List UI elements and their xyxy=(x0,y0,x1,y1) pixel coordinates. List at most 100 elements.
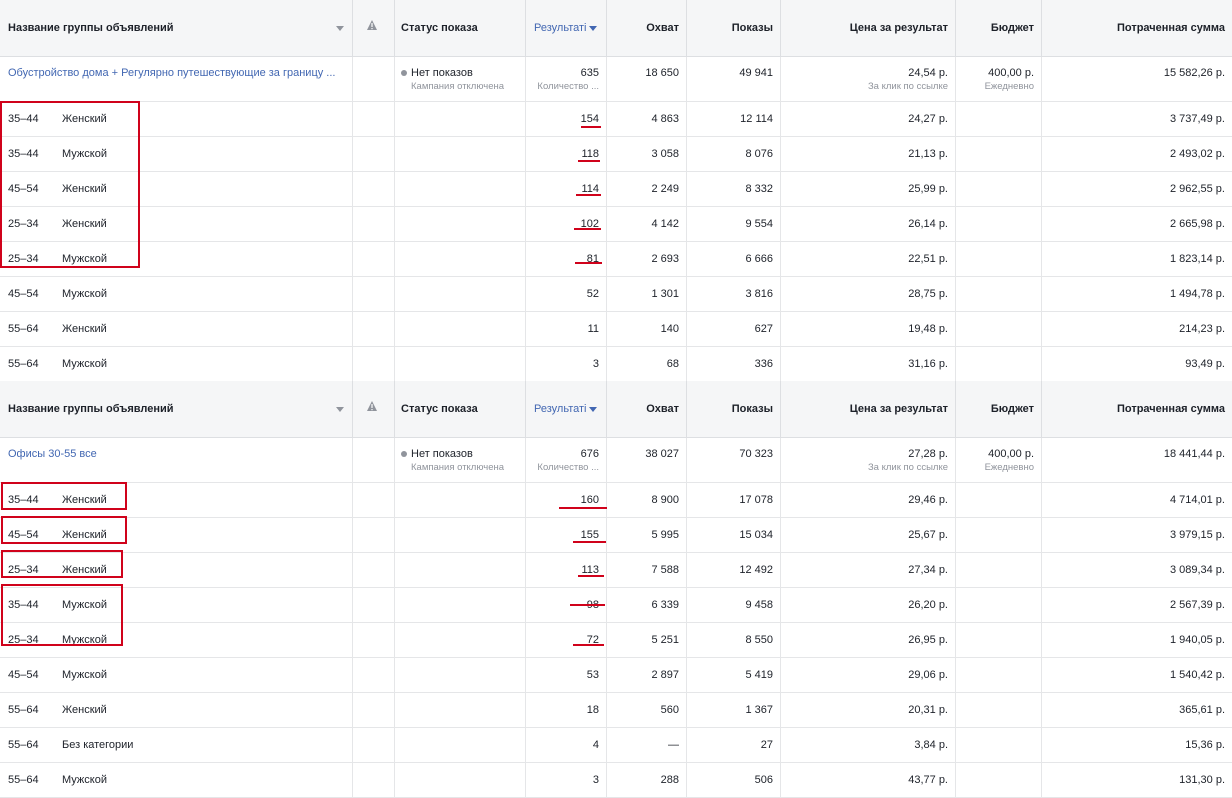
cost-value: 25,67 р. xyxy=(781,518,956,552)
reach-value: 288 xyxy=(607,763,687,797)
cost-value: 29,06 р. xyxy=(781,658,956,692)
table-row[interactable]: 35–44 Женский 154 4 863 12 114 24,27 р. 3 737,… xyxy=(0,102,1232,137)
col-spent[interactable]: Потраченная сумма xyxy=(1042,381,1232,437)
results-value: 11 xyxy=(526,312,607,346)
impressions-value: 12 114 xyxy=(687,102,781,136)
spent-value: 2 493,02 р. xyxy=(1169,148,1225,160)
col-name[interactable]: Название группы объявлений xyxy=(0,0,353,56)
empty-cell xyxy=(956,588,1042,622)
spent-value: 365,61 р. xyxy=(1179,704,1225,716)
reach-value: 7 588 xyxy=(607,553,687,587)
col-budget[interactable]: Бюджет xyxy=(956,0,1042,56)
impressions-value: 27 xyxy=(687,728,781,762)
table-row[interactable]: 45–54 Мужской 53 2 897 5 419 29,06 р. 1 540,42… xyxy=(0,658,1232,693)
sort-chevron-down-icon[interactable] xyxy=(589,406,598,412)
col-status[interactable]: Статус показа xyxy=(395,0,526,56)
empty-cell xyxy=(353,483,395,517)
table-row[interactable]: 25–34 Мужской 72 5 251 8 550 26,95 р. 1 940,05… xyxy=(0,623,1232,658)
table-row[interactable]: 55–64 Женский 18 560 1 367 20,31 р. 365,61 р. xyxy=(0,693,1232,728)
ad-group-name-link[interactable]: Обустройство дома + Регулярно путешеству… xyxy=(8,67,335,79)
empty-cell xyxy=(353,137,395,171)
empty-cell xyxy=(956,518,1042,552)
age-range: 35–44 xyxy=(8,599,39,611)
empty-cell xyxy=(395,172,526,206)
empty-cell xyxy=(395,347,526,381)
status-text: Нет показов xyxy=(411,67,473,79)
col-results[interactable]: Результаті xyxy=(526,381,607,437)
col-impressions[interactable]: Показы xyxy=(687,0,781,56)
results-value: 635 xyxy=(580,67,599,79)
empty-cell xyxy=(956,137,1042,171)
cost-value: 26,95 р. xyxy=(781,623,956,657)
col-cost-per-result[interactable]: Цена за результат xyxy=(781,381,956,437)
col-impressions[interactable]: Показы xyxy=(687,381,781,437)
table-row[interactable]: 25–34 Женский 113 7 588 12 492 27,34 р. 3 089,… xyxy=(0,553,1232,588)
empty-cell xyxy=(956,763,1042,797)
col-reach[interactable]: Охват xyxy=(607,381,687,437)
gender: Мужской xyxy=(62,148,107,160)
results-value: 98 xyxy=(526,588,607,622)
table-row[interactable]: 55–64 Без категории 4—27 3,84 р. 15,36 р. xyxy=(0,728,1232,763)
cost-value: 21,13 р. xyxy=(781,137,956,171)
table-row[interactable]: 55–64 Женский 11 140 627 19,48 р. 214,23 р. xyxy=(0,312,1232,347)
empty-cell xyxy=(395,658,526,692)
spent-value: 2 962,55 р. xyxy=(1169,183,1225,195)
results-value: 18 xyxy=(526,693,607,727)
status-text: Нет показов xyxy=(411,448,473,460)
empty-cell xyxy=(956,623,1042,657)
empty-cell xyxy=(956,312,1042,346)
age-range: 45–54 xyxy=(8,183,39,195)
table-row[interactable]: 35–44 Мужской 98 6 339 9 458 26,20 р. 2 567,39… xyxy=(0,588,1232,623)
age-range: 25–34 xyxy=(8,634,39,646)
results-value: 118 xyxy=(526,137,607,171)
ad-group-table-1: Название группы объявлений Статус показа… xyxy=(0,0,1232,382)
col-warning[interactable] xyxy=(353,0,395,56)
summary-row[interactable]: Офисы 30-55 все Нет показов Кампания отк… xyxy=(0,438,1232,483)
table-row[interactable]: 25–34 Мужской 81 2 693 6 666 22,51 р. 1 823,14… xyxy=(0,242,1232,277)
col-results[interactable]: Результаті xyxy=(526,0,607,56)
table-row[interactable]: 45–54 Женский 114 2 249 8 332 25,99 р. 2 962,5… xyxy=(0,172,1232,207)
gender: Женский xyxy=(62,113,107,125)
cost-value: 28,75 р. xyxy=(781,277,956,311)
ad-group-name-link[interactable]: Офисы 30-55 все xyxy=(8,448,97,460)
table-row[interactable]: 35–44 Мужской 118 3 058 8 076 21,13 р. 2 493,0… xyxy=(0,137,1232,172)
col-warning[interactable] xyxy=(353,381,395,437)
ad-group-table-2: Название группы объявлений Статус показа… xyxy=(0,381,1232,798)
chevron-down-icon[interactable] xyxy=(336,407,344,412)
warning-icon xyxy=(367,401,377,411)
spent-value: 93,49 р. xyxy=(1185,358,1225,370)
table-row[interactable]: 55–64 Мужской 3 68 336 31,16 р. 93,49 р. xyxy=(0,347,1232,382)
empty-cell xyxy=(956,728,1042,762)
impressions-value: 627 xyxy=(687,312,781,346)
col-budget[interactable]: Бюджет xyxy=(956,381,1042,437)
col-name[interactable]: Название группы объявлений xyxy=(0,381,353,437)
empty-cell xyxy=(353,553,395,587)
col-status[interactable]: Статус показа xyxy=(395,381,526,437)
impressions-value: 5 419 xyxy=(687,658,781,692)
col-reach[interactable]: Охват xyxy=(607,0,687,56)
spent-value: 1 940,05 р. xyxy=(1169,634,1225,646)
sort-chevron-down-icon[interactable] xyxy=(589,25,598,31)
budget-subtext: Ежедневно xyxy=(984,81,1034,92)
gender: Мужской xyxy=(62,358,107,370)
table-row[interactable]: 25–34 Женский 102 4 142 9 554 26,14 р. 2 665,9… xyxy=(0,207,1232,242)
col-spent[interactable]: Потраченная сумма xyxy=(1042,0,1232,56)
impressions-value: 8 332 xyxy=(687,172,781,206)
age-range: 35–44 xyxy=(8,113,39,125)
table-row[interactable]: 35–44 Женский 160 8 900 17 078 29,46 р. 4 714,… xyxy=(0,483,1232,518)
empty-cell xyxy=(956,553,1042,587)
results-value: 102 xyxy=(526,207,607,241)
table-row[interactable]: 55–64 Мужской 3 288 506 43,77 р. 131,30 р. xyxy=(0,763,1232,798)
empty-cell xyxy=(353,518,395,552)
status-dot-icon xyxy=(401,70,407,77)
table-row[interactable]: 45–54 Женский 155 5 995 15 034 25,67 р. 3 979,… xyxy=(0,518,1232,553)
chevron-down-icon[interactable] xyxy=(336,26,344,31)
impressions-value: 9 554 xyxy=(687,207,781,241)
summary-row[interactable]: Обустройство дома + Регулярно путешеству… xyxy=(0,57,1232,102)
table-row[interactable]: 45–54 Мужской 52 1 301 3 816 28,75 р. 1 494,78… xyxy=(0,277,1232,312)
col-cost-per-result[interactable]: Цена за результат xyxy=(781,0,956,56)
reach-value: 5 251 xyxy=(607,623,687,657)
empty-cell xyxy=(395,553,526,587)
results-value: 53 xyxy=(526,658,607,692)
gender: Мужской xyxy=(62,288,107,300)
